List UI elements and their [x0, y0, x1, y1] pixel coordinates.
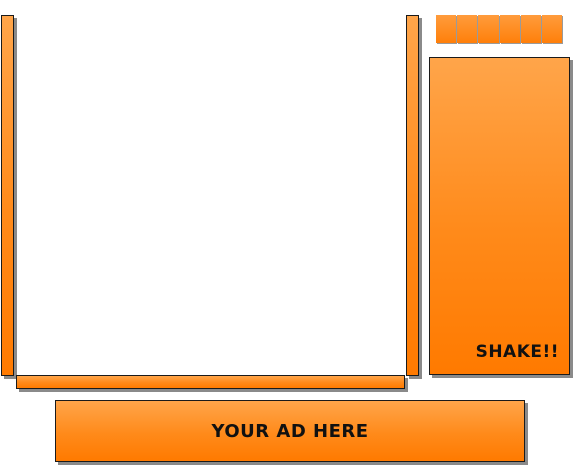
- shake-button[interactable]: SHAKE!!: [429, 57, 570, 375]
- left-wall: [1, 15, 14, 376]
- counter-cell: [520, 15, 541, 43]
- counter-cell: [541, 15, 563, 43]
- counter-bar: [436, 15, 563, 43]
- ad-label: YOUR AD HERE: [211, 420, 369, 442]
- ad-banner[interactable]: YOUR AD HERE: [55, 400, 525, 462]
- right-wall: [406, 15, 419, 376]
- play-area[interactable]: [15, 15, 405, 375]
- counter-cell: [499, 15, 520, 43]
- counter-cell: [457, 15, 478, 43]
- counter-cell: [478, 15, 499, 43]
- counter-cell: [436, 15, 457, 43]
- shake-label: SHAKE!!: [475, 342, 559, 362]
- floor: [16, 375, 405, 389]
